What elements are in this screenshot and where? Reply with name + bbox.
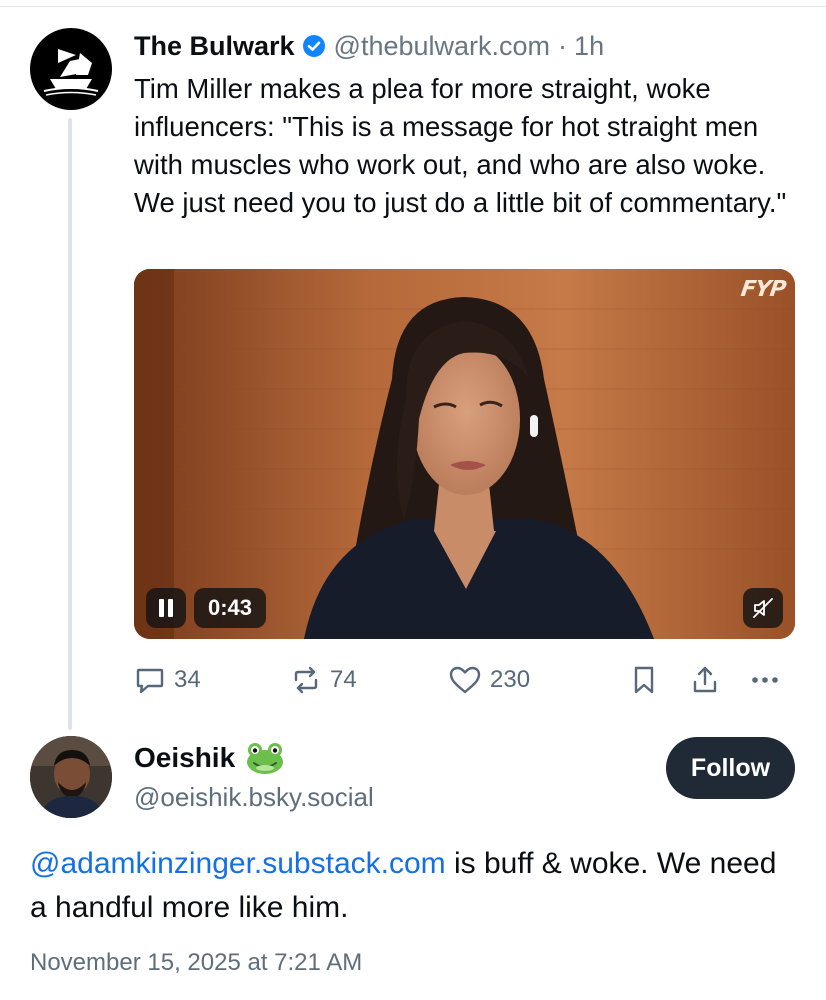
playback-controls: 0:43 <box>146 588 267 628</box>
ship-logo-icon <box>43 49 99 96</box>
repost-arrows-icon <box>294 666 318 694</box>
reply-count: 34 <box>174 666 201 693</box>
parent-post-header: The Bulwark @thebulwark.com · 1h <box>134 28 604 64</box>
avatar-photo <box>30 736 112 818</box>
like-count: 230 <box>490 666 531 693</box>
speaker-muted-icon <box>753 598 773 618</box>
video-time: 0:43 <box>194 588 267 628</box>
like-button[interactable]: 230 <box>448 660 530 700</box>
frog-emoji <box>245 741 285 775</box>
reply-author-name[interactable]: Oeishik <box>134 740 285 776</box>
post-age[interactable]: 1h <box>574 31 604 62</box>
oeishik-avatar[interactable] <box>30 736 112 818</box>
reply-button[interactable]: 34 <box>134 660 201 700</box>
mention-link[interactable]: @adamkinzinger.substack.com <box>30 847 446 880</box>
top-divider <box>0 6 826 7</box>
post-actions: 34 74 230 <box>134 660 794 700</box>
ellipsis-icon <box>752 677 778 683</box>
pause-icon <box>159 599 173 617</box>
thread-line <box>68 118 72 730</box>
share-button[interactable] <box>690 660 720 700</box>
video-frame <box>134 269 795 639</box>
share-icon <box>693 666 717 693</box>
video-player[interactable]: FYP 0:43 <box>134 269 795 639</box>
repost-count: 74 <box>330 666 357 693</box>
repost-button[interactable]: 74 <box>290 660 357 700</box>
fyp-watermark: FYP <box>739 277 787 302</box>
follow-button[interactable]: Follow <box>666 737 795 799</box>
the-bulwark-avatar[interactable] <box>30 28 112 110</box>
bookmark-icon <box>634 666 654 694</box>
reply-text: @adamkinzinger.substack.com is buff & wo… <box>30 842 800 930</box>
speech-bubble-icon <box>136 668 164 694</box>
author-handle[interactable]: @thebulwark.com <box>334 31 551 62</box>
verified-check-icon[interactable] <box>302 34 326 58</box>
reply-author-handle[interactable]: @oeishik.bsky.social <box>134 782 374 813</box>
pause-button[interactable] <box>146 588 186 628</box>
mute-button[interactable] <box>743 588 783 628</box>
more-options-button[interactable] <box>748 660 782 700</box>
reply-author-label: Oeishik <box>134 742 236 773</box>
post-timestamp: November 15, 2025 at 7:21 AM <box>30 949 363 976</box>
post-text: Tim Miller makes a plea for more straigh… <box>134 73 787 218</box>
heart-icon <box>449 666 481 694</box>
meta-separator: · <box>558 30 568 61</box>
author-name[interactable]: The Bulwark <box>134 31 295 62</box>
bookmark-button[interactable] <box>630 660 658 700</box>
